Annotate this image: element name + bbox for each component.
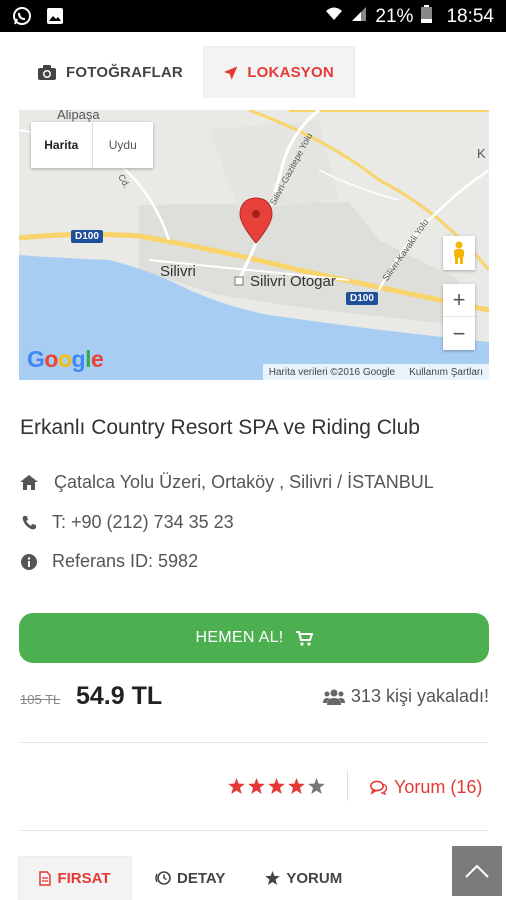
road-badge-d100-west: D100 (71, 230, 103, 243)
tab-firsat-label: FIRSAT (57, 870, 111, 887)
chevron-up-icon (465, 864, 489, 878)
listing-title: Erkanlı Country Resort SPA ve Riding Clu… (20, 416, 420, 439)
star-icon (265, 871, 281, 885)
phone-row: T: +90 (212) 734 35 23 (20, 512, 234, 533)
clock-icon (155, 871, 171, 885)
star-empty-icon (308, 778, 325, 794)
users-icon (322, 689, 345, 705)
divider-2 (20, 830, 488, 831)
reviews-link[interactable]: Yorum (16) (370, 777, 482, 798)
phone-icon (20, 515, 38, 530)
reference-text: Referans ID: 5982 (52, 551, 199, 571)
tab-firsat[interactable]: FIRSAT (18, 856, 132, 900)
old-price: 105 TL (20, 692, 61, 707)
road-badge-d100-east: D100 (346, 292, 378, 305)
tab-detay[interactable]: DETAY (132, 856, 245, 900)
buy-now-label: HEMEN AL! (195, 629, 284, 646)
tab-yorum-label: YORUM (286, 869, 343, 887)
buy-now-button[interactable]: HEMEN AL! (19, 613, 489, 663)
tab-yorum[interactable]: YORUM (245, 856, 362, 900)
map-label-silivri: Silivri (160, 263, 196, 280)
star-filled-icon (228, 778, 245, 794)
zoom-in-button[interactable]: + (443, 284, 475, 317)
address-row: Çatalca Yolu Üzeri, Ortaköy , Silivri / … (20, 472, 434, 493)
location-map[interactable]: Alipaşa K Cd. Silivri-Gazitepe Yolu Sili… (19, 110, 489, 380)
map-type-harita[interactable]: Harita (31, 122, 93, 168)
map-type-control: Harita Uydu (31, 122, 153, 168)
whatsapp-icon (12, 6, 32, 31)
document-icon (39, 871, 52, 886)
tab-photos-label: FOTOĞRAFLAR (66, 63, 183, 81)
tab-location-label: LOKASYON (247, 64, 334, 81)
reference-row: Referans ID: 5982 (20, 551, 198, 572)
map-attribution: Harita verileri ©2016 Google Kullanım Şa… (262, 364, 489, 380)
map-attribution-text: Harita verileri ©2016 Google (268, 366, 396, 378)
reviews-label: Yorum (16) (394, 777, 483, 797)
status-bar: 21% 18:54 (0, 0, 506, 32)
street-view-pegman-icon[interactable] (443, 236, 475, 270)
caught-count: 313 kişi yakaladı! (322, 686, 489, 707)
comments-icon (370, 780, 388, 795)
battery-percent: 21% (375, 6, 414, 27)
cart-icon (295, 630, 313, 646)
phone-text[interactable]: T: +90 (212) 734 35 23 (52, 512, 234, 533)
location-arrow-icon (223, 65, 238, 80)
info-icon (20, 553, 38, 570)
new-price: 54.9 TL (76, 682, 163, 710)
divider-1 (20, 742, 488, 743)
home-icon (20, 475, 38, 490)
map-type-uydu[interactable]: Uydu (93, 122, 154, 168)
star-filled-icon (268, 778, 285, 794)
bus-station-icon (234, 276, 244, 286)
tab-photos[interactable]: FOTOĞRAFLAR (20, 46, 203, 98)
star-filled-icon (288, 778, 305, 794)
address-text: Çatalca Yolu Üzeri, Ortaköy , Silivri / … (54, 472, 434, 492)
rating-separator (347, 771, 348, 801)
content-tabs: FIRSAT DETAY YORUM (18, 856, 362, 900)
map-label-alipasa: Alipaşa (57, 110, 100, 122)
map-terms-link[interactable]: Kullanım Şartları (409, 367, 483, 378)
gallery-icon (46, 7, 64, 30)
map-label-otogar: Silivri Otogar (250, 273, 336, 290)
camera-icon (38, 64, 56, 80)
media-tabs: FOTOĞRAFLAR LOKASYON (20, 46, 355, 98)
tab-location[interactable]: LOKASYON (202, 46, 355, 98)
battery-icon (421, 5, 433, 29)
google-logo: Google (27, 346, 104, 372)
zoom-control: + − (443, 284, 475, 350)
rating-stars (228, 778, 325, 794)
star-filled-icon (248, 778, 265, 794)
wifi-icon (325, 6, 343, 28)
clock-time: 18:54 (446, 6, 494, 27)
signal-icon (351, 6, 367, 28)
zoom-out-button[interactable]: − (443, 317, 475, 350)
tab-detay-label: DETAY (177, 869, 226, 887)
caught-count-text: 313 kişi yakaladı! (350, 686, 489, 706)
map-label-edge: K (477, 146, 486, 161)
scroll-to-top-button[interactable] (452, 846, 502, 896)
